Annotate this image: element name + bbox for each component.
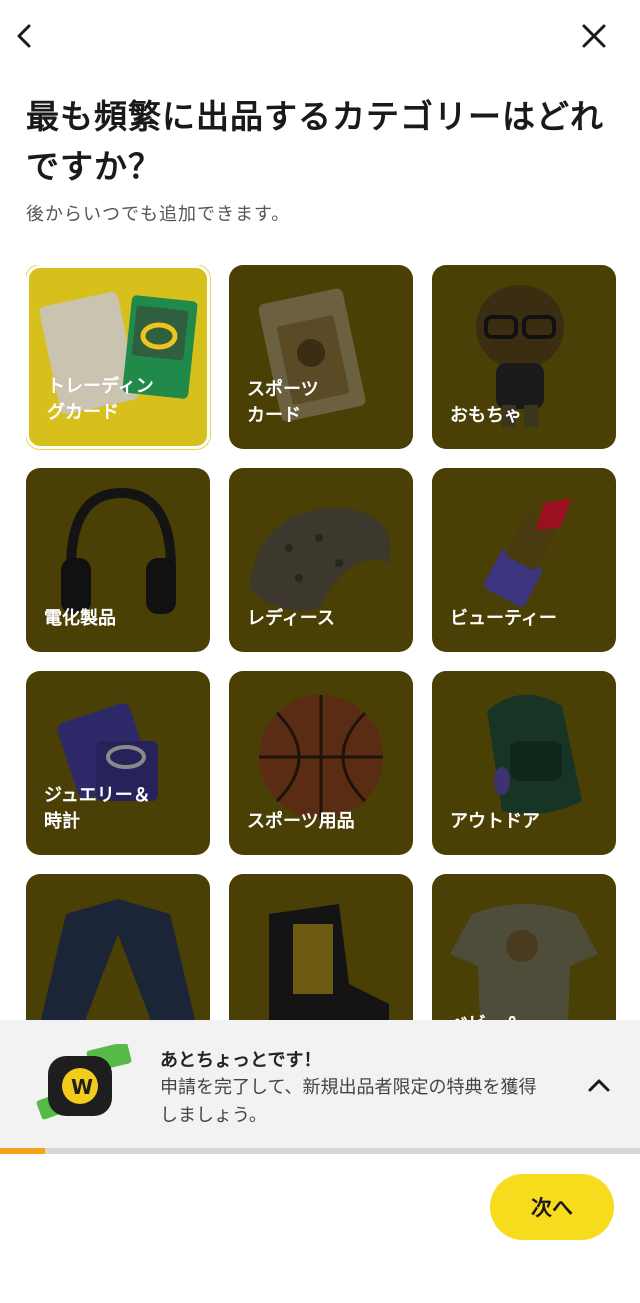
back-button[interactable]	[0, 12, 48, 60]
category-label: ジュエリー＆ 時計	[44, 785, 151, 832]
page-subtitle: 後からいつでも追加できます。	[26, 204, 291, 225]
banner-text: 申請を完了して、新規出品者限定の特典を獲得しましょう。	[160, 1077, 537, 1126]
category-tile-ladies[interactable]: レディース	[229, 468, 413, 652]
category-label: 電化製品	[44, 608, 116, 629]
progress-bar	[0, 1148, 640, 1154]
category-tile-toys[interactable]: おもちゃ	[432, 265, 616, 449]
next-button[interactable]: 次へ	[490, 1174, 614, 1240]
svg-text:W: W	[71, 1075, 93, 1099]
progress-fill	[0, 1148, 45, 1154]
category-label: スポーツ用品	[247, 811, 355, 832]
top-bar	[0, 0, 640, 72]
close-button[interactable]	[570, 12, 618, 60]
banner-title: あとちょっとです！	[160, 1050, 322, 1071]
sneaker-icon	[269, 904, 389, 1025]
category-tile-jewelry-watches[interactable]: ジュエリー＆ 時計	[26, 671, 210, 855]
category-label: アウトドア	[450, 811, 540, 832]
category-tile-electronics[interactable]: 電化製品	[26, 468, 210, 652]
category-tile-baby[interactable]: ベビー＆	[432, 874, 616, 1025]
category-label: レディース	[247, 608, 335, 629]
category-tile-sporting-goods[interactable]: スポーツ用品	[229, 671, 413, 855]
denim-jacket-icon	[40, 899, 196, 1025]
money-reward-icon: W	[36, 1044, 132, 1120]
page-title: 最も頻繁に出品するカテゴリーはどれですか？	[26, 97, 604, 186]
category-label: おもちゃ	[450, 405, 522, 426]
category-tile-sports-cards[interactable]: スポーツ カード	[229, 265, 413, 449]
close-icon	[582, 24, 606, 48]
category-tile-beauty[interactable]: ビューティー	[432, 468, 616, 652]
reward-banner[interactable]: W あとちょっとです！ 申請を完了して、新規出品者限定の特典を獲得しましょう。	[0, 1020, 640, 1150]
category-tile-outdoor[interactable]: アウトドア	[432, 671, 616, 855]
category-grid: トレーディン グカード スポーツ カード おもちゃ 電化製品 レディース ビュー…	[26, 265, 616, 1025]
category-label: スポーツ カード	[247, 379, 319, 426]
category-tile-jacket[interactable]	[26, 874, 210, 1025]
chevron-up-icon[interactable]	[584, 1070, 614, 1100]
category-label: トレーディン グカード	[47, 376, 154, 423]
category-tile-trading-cards[interactable]: トレーディン グカード	[26, 265, 210, 449]
chevron-left-icon	[17, 24, 31, 48]
category-tile-sneakers[interactable]	[229, 874, 413, 1025]
baby-onesie-icon	[450, 904, 598, 1024]
category-label: ビューティー	[450, 608, 557, 629]
